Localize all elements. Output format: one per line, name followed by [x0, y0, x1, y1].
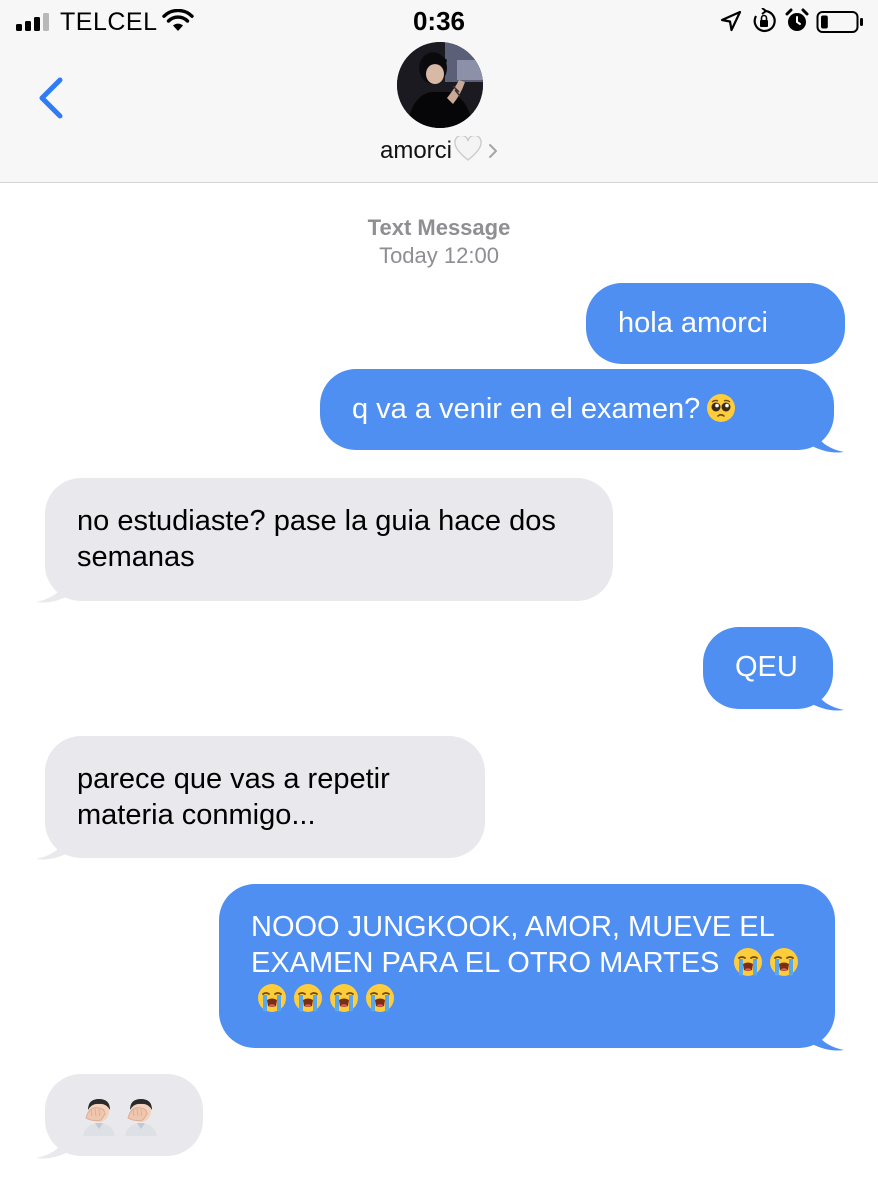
- bubble-tail-incoming: [36, 831, 68, 860]
- chevron-right-icon: [489, 144, 497, 158]
- loudly-crying-face-icon: [366, 984, 394, 1012]
- message-text: parece que vas a repetir materia conmigo…: [77, 763, 390, 831]
- loudly-crying-face-icon: [258, 984, 286, 1012]
- message-bubble-incoming[interactable]: no estudiaste? pase la guia hace dos sem…: [45, 478, 613, 601]
- status-bar: TELCEL 0:36: [0, 0, 878, 44]
- message-text: NOOO JUNGKOOK, AMOR, MUEVE EL EXAMEN PAR…: [251, 911, 774, 979]
- rotation-lock-icon: [753, 8, 776, 33]
- battery-icon: [816, 11, 863, 33]
- message-text: QEU: [735, 651, 798, 683]
- location-arrow-icon: [720, 10, 742, 32]
- message-text: hola amorci: [618, 307, 768, 339]
- status-time: 0:36: [412, 6, 466, 36]
- message-bubble-incoming[interactable]: parece que vas a repetir materia conmigo…: [45, 736, 485, 858]
- conversation-timestamp: Today 12:00: [379, 243, 499, 268]
- alarm-icon: [785, 8, 809, 31]
- bubble-tail-incoming: [36, 1130, 68, 1159]
- pleading-face-icon: [707, 394, 736, 422]
- message-bubble-incoming[interactable]: [45, 1074, 203, 1156]
- back-chevron-icon[interactable]: [30, 72, 74, 124]
- message-meta: Text Message Today 12:00: [0, 214, 878, 270]
- message-bubble-outgoing[interactable]: NOOO JUNGKOOK, AMOR, MUEVE EL EXAMEN PAR…: [219, 884, 835, 1048]
- loudly-crying-face-icon: [294, 984, 322, 1012]
- loudly-crying-face-icon: [734, 948, 763, 976]
- contact-avatar[interactable]: [397, 42, 483, 128]
- facepalm-icon: [83, 1099, 115, 1136]
- service-label: Text Message: [367, 215, 511, 240]
- message-bubble-outgoing[interactable]: hola amorci: [586, 283, 845, 364]
- message-text: no estudiaste? pase la guia hace dos sem…: [77, 505, 556, 573]
- contact-button[interactable]: amorci: [0, 136, 878, 165]
- contact-name: amorci: [379, 137, 452, 164]
- bubble-tail-outgoing: [812, 1022, 844, 1051]
- loudly-crying-face-icon: [770, 948, 799, 976]
- loudly-crying-face-icon: [330, 984, 358, 1012]
- facepalm-icon: [125, 1099, 157, 1136]
- bubble-tail-outgoing: [812, 682, 844, 711]
- message-bubble-outgoing[interactable]: q va a venir en el examen?: [320, 369, 834, 450]
- conversation-header: amorci: [0, 42, 878, 183]
- bubble-tail-outgoing: [812, 424, 844, 453]
- white-heart-icon: [454, 136, 482, 161]
- bubble-tail-incoming: [36, 574, 68, 603]
- message-text: q va a venir en el examen?: [352, 393, 701, 425]
